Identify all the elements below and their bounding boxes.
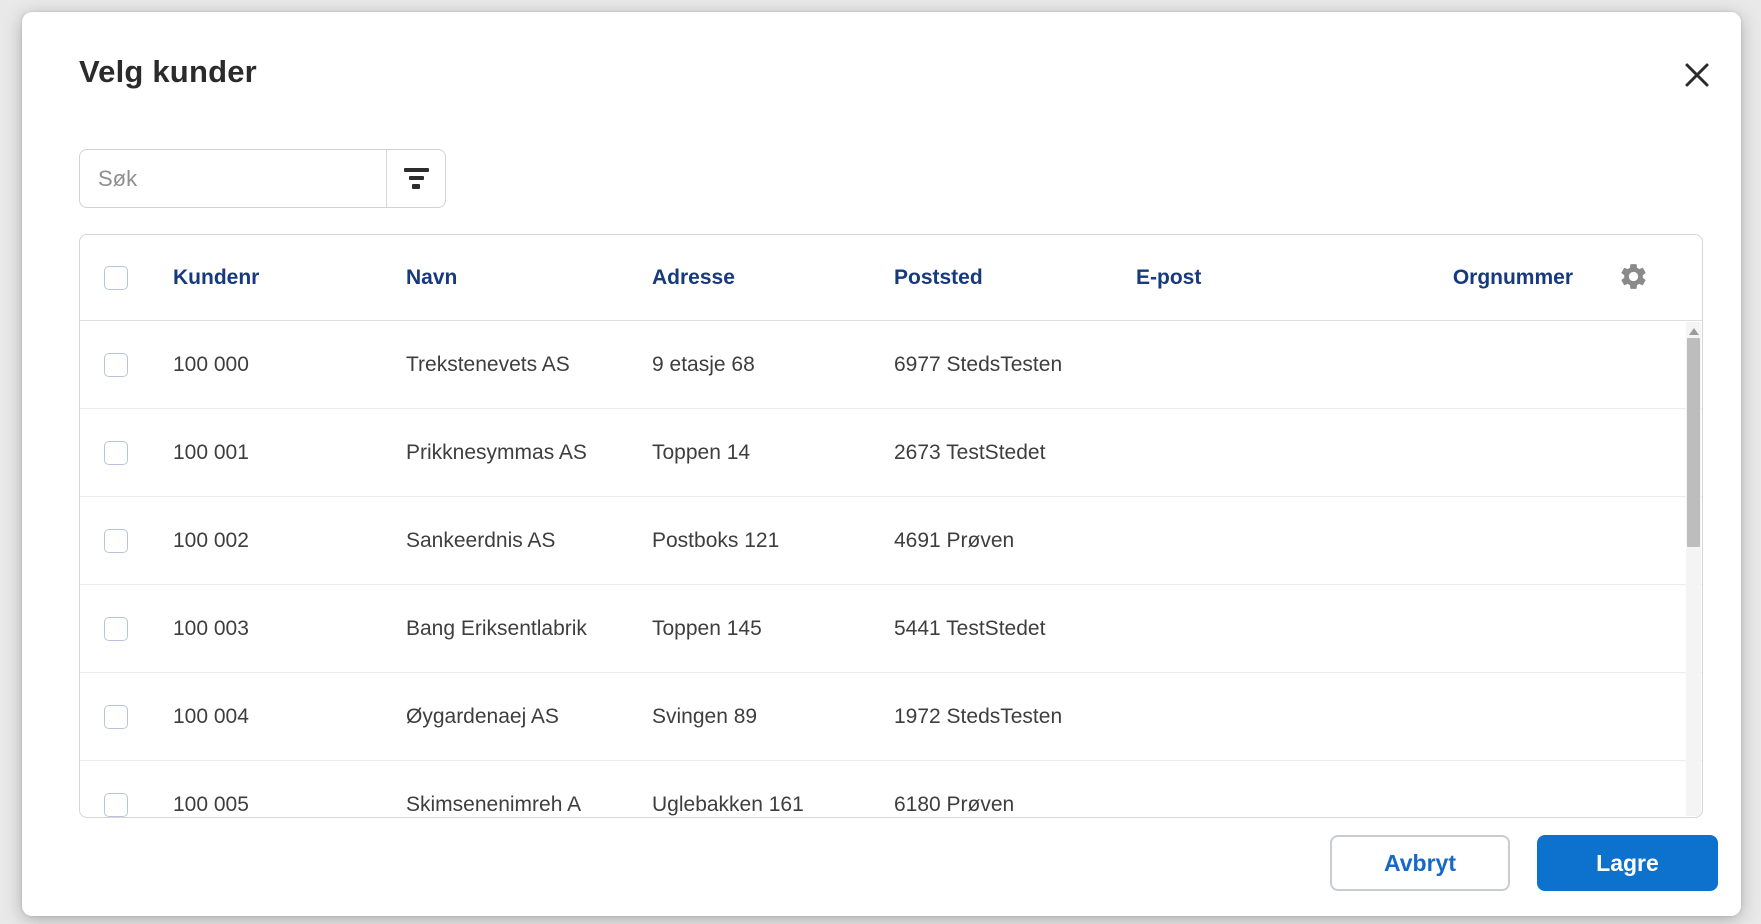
cell-adresse: Toppen 145	[652, 616, 762, 640]
cell-poststed: 6977 StedsTesten	[894, 352, 1063, 376]
row-checkbox[interactable]	[104, 792, 128, 817]
table-row[interactable]: 100 001 Prikknesymmas AS Toppen 14 2673 …	[80, 409, 1702, 497]
cell-poststed: 1972 StedsTesten	[894, 704, 1063, 728]
cell-kundenr: 100 000	[173, 352, 249, 376]
cell-navn: Sankeerdnis AS	[406, 528, 556, 552]
cell-kundenr: 100 001	[173, 440, 249, 464]
row-checkbox[interactable]	[104, 528, 128, 553]
table-row[interactable]: 100 004 Øygardenaej AS Svingen 89 1972 S…	[80, 673, 1702, 761]
scroll-up-arrow-icon[interactable]	[1689, 328, 1699, 335]
row-checkbox[interactable]	[104, 352, 128, 377]
save-button[interactable]: Lagre	[1537, 835, 1718, 891]
column-header-epost[interactable]: E-post	[1136, 266, 1444, 290]
scrollbar-thumb[interactable]	[1687, 338, 1700, 547]
filter-button[interactable]	[386, 150, 445, 207]
row-checkbox[interactable]	[104, 704, 128, 729]
table-header: Kundenr Navn Adresse Poststed E-post Org…	[80, 235, 1702, 321]
table-row[interactable]: 100 003 Bang Eriksentlabrik Toppen 145 5…	[80, 585, 1702, 673]
column-header-adresse[interactable]: Adresse	[652, 266, 894, 290]
cell-adresse: Uglebakken 161	[652, 792, 804, 816]
cell-navn: Prikknesymmas AS	[406, 440, 587, 464]
gear-icon	[1618, 261, 1649, 295]
table-scrollbar[interactable]	[1686, 322, 1701, 816]
row-checkbox[interactable]	[104, 616, 128, 641]
customers-table: Kundenr Navn Adresse Poststed E-post Org…	[79, 234, 1703, 818]
search-group	[79, 149, 446, 208]
cancel-button[interactable]: Avbryt	[1330, 835, 1510, 891]
search-input[interactable]	[80, 150, 386, 207]
column-settings-button[interactable]	[1618, 261, 1649, 295]
close-button[interactable]	[1675, 54, 1719, 98]
select-customers-dialog: Velg kunder Kundenr Navn Adresse	[22, 12, 1741, 916]
column-header-orgnummer[interactable]: Orgnummer	[1444, 266, 1573, 290]
row-checkbox[interactable]	[104, 440, 128, 465]
cell-navn: Skimsenenimreh A	[406, 792, 582, 816]
cell-navn: Trekstenevets AS	[406, 352, 570, 376]
column-header-navn[interactable]: Navn	[406, 266, 652, 290]
table-row[interactable]: 100 002 Sankeerdnis AS Postboks 121 4691…	[80, 497, 1702, 585]
cell-kundenr: 100 003	[173, 616, 249, 640]
cell-kundenr: 100 004	[173, 704, 249, 728]
cell-poststed: 2673 TestStedet	[894, 440, 1046, 464]
cell-adresse: Postboks 121	[652, 528, 780, 552]
table-row[interactable]: 100 000 Trekstenevets AS 9 etasje 68 697…	[80, 321, 1702, 409]
cell-kundenr: 100 005	[173, 792, 249, 816]
column-header-poststed[interactable]: Poststed	[894, 266, 1136, 290]
select-all-checkbox[interactable]	[104, 265, 128, 290]
cell-navn: Øygardenaej AS	[406, 704, 559, 728]
filter-icon	[403, 168, 429, 189]
close-icon	[1682, 60, 1712, 93]
cell-navn: Bang Eriksentlabrik	[406, 616, 587, 640]
cell-adresse: Toppen 14	[652, 440, 751, 464]
cell-poststed: 6180 Prøven	[894, 792, 1015, 816]
cell-poststed: 4691 Prøven	[894, 528, 1015, 552]
table-row[interactable]: 100 005 Skimsenenimreh A Uglebakken 161 …	[80, 761, 1702, 817]
cell-adresse: Svingen 89	[652, 704, 758, 728]
cell-kundenr: 100 002	[173, 528, 249, 552]
page-title: Velg kunder	[79, 54, 257, 89]
cell-adresse: 9 etasje 68	[652, 352, 755, 376]
column-header-kundenr[interactable]: Kundenr	[173, 266, 406, 290]
cell-poststed: 5441 TestStedet	[894, 616, 1046, 640]
